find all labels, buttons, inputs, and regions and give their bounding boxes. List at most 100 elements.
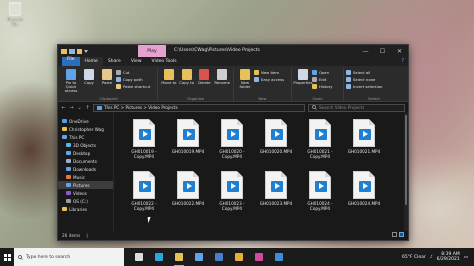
tab-file[interactable]: File: [62, 57, 80, 66]
scissors-icon: [116, 69, 121, 75]
weather-widget[interactable]: 65°F Clear: [402, 255, 426, 260]
file-item[interactable]: GH010024.MP4: [342, 171, 386, 223]
file-item[interactable]: GH010024 - Copy.MP4: [298, 171, 342, 223]
window-title: C:\Users\CWag\Pictures\Video Projects: [174, 48, 260, 53]
large-icons-view-icon[interactable]: [399, 232, 404, 237]
paste-shortcut-button[interactable]: Paste shortcut: [116, 83, 150, 89]
video-file-icon: [353, 119, 375, 147]
notifications-icon[interactable]: ▭: [464, 255, 468, 260]
details-view-icon[interactable]: [392, 232, 397, 237]
nav-item-icon: [66, 167, 71, 171]
file-explorer-window: Play C:\Users\CWag\Pictures\Video Projec…: [57, 44, 409, 241]
recent-locations-button[interactable]: ⌄: [77, 105, 82, 111]
search-box[interactable]: Search Video Projects: [308, 103, 405, 112]
tab-home[interactable]: Home: [79, 57, 103, 66]
invert-selection-button[interactable]: Invert selection: [346, 83, 382, 89]
help-icon[interactable]: ?: [401, 58, 404, 64]
vertical-scrollbar[interactable]: [404, 113, 408, 231]
nav-item[interactable]: Desktop: [58, 149, 113, 157]
open-button[interactable]: Open: [312, 69, 333, 75]
nav-item[interactable]: Music: [58, 173, 113, 181]
play-icon: [271, 181, 283, 192]
file-item[interactable]: GH010021.MP4: [342, 119, 386, 171]
tab-share[interactable]: Share: [103, 57, 126, 66]
clock[interactable]: 8:39 AM 6/29/2021: [437, 252, 460, 263]
paste-shortcut-icon: [116, 83, 121, 89]
nav-item-icon: [66, 151, 71, 155]
file-name-line1: GH010021.MP4: [347, 149, 381, 154]
close-button[interactable]: ✕: [391, 45, 408, 57]
nav-item[interactable]: OneDrive: [58, 117, 113, 125]
file-explorer-icon-glyph: [175, 253, 183, 261]
nav-item[interactable]: Libraries: [58, 205, 113, 213]
nav-item[interactable]: Documents: [58, 157, 113, 165]
nav-item[interactable]: 3D Objects: [58, 141, 113, 149]
file-item[interactable]: GH010019.MP4: [166, 119, 210, 171]
properties-qat-icon[interactable]: [69, 48, 75, 54]
mail-icon[interactable]: [210, 248, 228, 266]
edge-icon[interactable]: [150, 248, 168, 266]
file-item[interactable]: GH010022 - Copy.MP4: [122, 171, 166, 223]
nav-item-icon: [62, 207, 67, 211]
task-view-icon[interactable]: [130, 248, 148, 266]
file-item[interactable]: GH010023.MP4: [254, 171, 298, 223]
easy-access-button[interactable]: Easy access: [254, 76, 284, 82]
up-button[interactable]: ↑: [85, 105, 90, 111]
scrollbar-thumb[interactable]: [405, 115, 407, 205]
nav-item-label: Desktop: [73, 150, 91, 156]
address-bar[interactable]: This PC > Pictures > Video Projects: [93, 103, 305, 112]
photos-icon[interactable]: [270, 248, 288, 266]
nav-item-label: OS (C:): [73, 198, 88, 204]
easy-access-icon: [254, 76, 259, 82]
edit-button[interactable]: Edit: [312, 76, 333, 82]
recycle-bin[interactable]: Recycle Bin: [4, 2, 26, 27]
file-name: GH010021.MP4: [344, 149, 384, 154]
customize-qat-icon[interactable]: [84, 49, 88, 53]
play-icon: [359, 129, 371, 140]
tab-video-tools[interactable]: Video Tools: [147, 57, 182, 66]
chrome-icon[interactable]: [230, 248, 248, 266]
maximize-button[interactable]: ☐: [374, 45, 391, 57]
select-none-button[interactable]: Select none: [346, 76, 382, 82]
tab-view[interactable]: View: [126, 57, 147, 66]
recycle-bin-label: Recycle Bin: [6, 17, 24, 27]
cut-button[interactable]: Cut: [116, 69, 150, 75]
nav-item-label: This PC: [69, 134, 85, 140]
file-list: GH010019 - Copy.MP4 GH010019.MP4 GH010020 -…: [114, 113, 408, 231]
file-item[interactable]: GH010021 - Copy.MP4: [298, 119, 342, 171]
video-file-icon: [133, 171, 155, 199]
play-tab[interactable]: Play: [138, 45, 166, 57]
new-folder-qat-icon[interactable]: [77, 48, 82, 54]
file-item[interactable]: GH010020 - Copy.MP4: [210, 119, 254, 171]
nav-item[interactable]: Videos: [58, 189, 113, 197]
start-button[interactable]: [0, 248, 14, 266]
file-name: GH010020 - Copy.MP4: [212, 149, 252, 159]
store-icon[interactable]: [190, 248, 208, 266]
folder-icon[interactable]: [61, 48, 67, 54]
nav-item[interactable]: Pictures: [58, 181, 113, 189]
file-explorer-icon[interactable]: [170, 248, 188, 266]
back-button[interactable]: ←: [61, 105, 66, 111]
taskbar-search[interactable]: Type here to search: [14, 248, 124, 266]
new-item-button[interactable]: New item: [254, 69, 284, 75]
nav-item[interactable]: Downloads: [58, 165, 113, 173]
file-item[interactable]: GH010022.MP4: [166, 171, 210, 223]
file-item[interactable]: GH010023 - Copy.MP4: [210, 171, 254, 223]
taskbar: Type here to search 65°F Clear ♪ 8:39 AM…: [0, 248, 474, 266]
nav-item[interactable]: OS (C:): [58, 197, 113, 205]
file-name: GH010019.MP4: [168, 149, 208, 154]
nav-item[interactable]: This PC: [58, 133, 113, 141]
file-item[interactable]: GH010019 - Copy.MP4: [122, 119, 166, 171]
history-button[interactable]: History: [312, 83, 333, 89]
select-all-button[interactable]: Select all: [346, 69, 382, 75]
file-item[interactable]: GH010020.MP4: [254, 119, 298, 171]
file-name: GH010021 - Copy.MP4: [300, 149, 340, 159]
app-icon[interactable]: [250, 248, 268, 266]
nav-item[interactable]: Christopher Wag: [58, 125, 113, 133]
speaker-icon[interactable]: ♪: [430, 255, 433, 260]
play-icon: [227, 129, 239, 140]
minimize-button[interactable]: —: [357, 45, 374, 57]
file-name-line2: Copy.MP4: [221, 206, 243, 211]
copy-path-button[interactable]: Copy path: [116, 76, 150, 82]
forward-button[interactable]: →: [69, 105, 74, 111]
